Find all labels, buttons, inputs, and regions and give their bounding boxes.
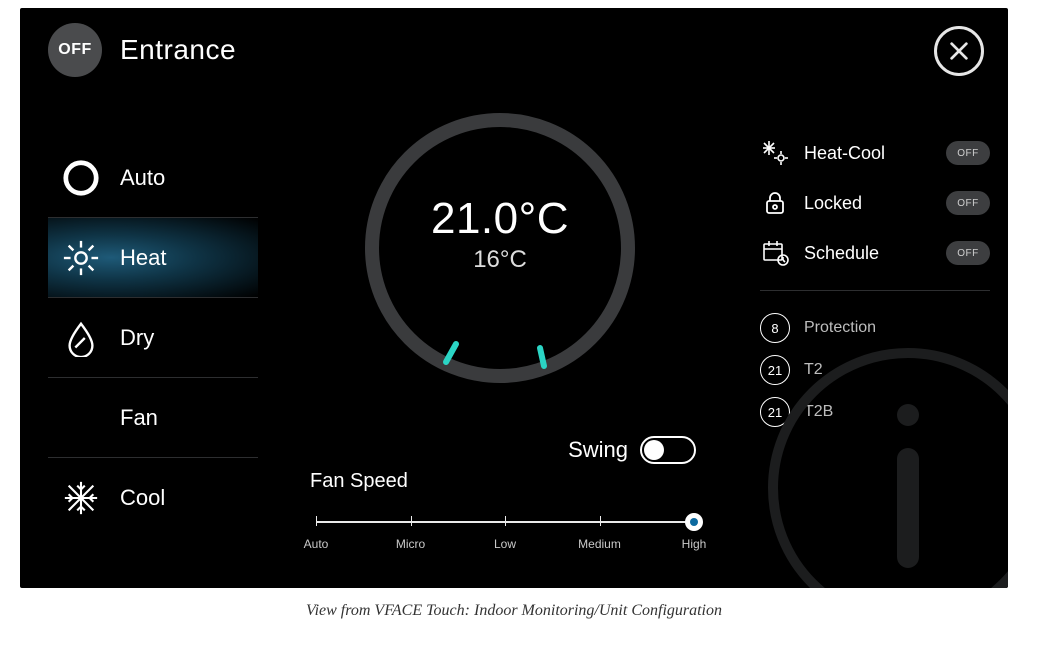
mode-label: Fan [120,405,158,431]
mode-list: A Auto Heat Dry [48,138,258,538]
locked-toggle[interactable]: OFF [946,191,990,215]
schedule-toggle[interactable]: OFF [946,241,990,265]
fan-speed-option-label: Low [494,537,516,551]
fan-speed-option-label: High [682,537,707,551]
fan-speed-tick [316,516,317,526]
calendar-icon [760,238,790,268]
reading-value: 21 [760,355,790,385]
power-toggle[interactable]: OFF [48,23,102,77]
header: OFF Entrance [20,8,1008,92]
fan-icon [60,397,102,439]
mode-label: Heat [120,245,166,271]
toggle-row-locked: Locked OFF [760,178,990,228]
toggle-label: Schedule [804,243,932,264]
toggle-label: Heat-Cool [804,143,932,164]
temperature-dial[interactable]: 21.0°C 16°C [350,98,650,398]
current-temperature: 16°C [350,246,650,274]
close-button[interactable] [934,26,984,76]
reading-row-protection: 8 Protection [760,307,990,349]
toggle-row-heatcool: Heat-Cool OFF [760,128,990,178]
fan-speed-tick [600,516,601,526]
heatcool-toggle[interactable]: OFF [946,141,990,165]
fan-speed-tick [505,516,506,526]
mode-label: Auto [120,165,165,191]
mode-label: Cool [120,485,165,511]
snowflake-icon [60,477,102,519]
fan-speed-option-label: Auto [304,537,329,551]
mode-cool[interactable]: Cool [48,458,258,538]
fan-speed-option-label: Micro [396,537,425,551]
fan-speed-block: Fan Speed AutoMicroLowMediumHigh [310,470,700,567]
zone-name: Entrance [120,34,236,66]
fan-speed-option-label: Medium [578,537,621,551]
sun-icon [60,237,102,279]
swing-row: Swing [506,436,696,464]
swing-toggle[interactable] [640,436,696,464]
fan-speed-tick [411,516,412,526]
auto-icon: A [60,157,102,199]
svg-text:A: A [75,168,87,187]
toggle-row-schedule: Schedule OFF [760,228,990,278]
setpoint-temperature: 21.0°C [350,194,650,244]
fan-speed-handle[interactable] [685,513,703,531]
device-screen: OFF Entrance A Auto Heat [20,8,1008,588]
reading-label: Protection [804,319,990,337]
right-separator [760,290,990,291]
mode-dry[interactable]: Dry [48,298,258,378]
lock-icon [760,188,790,218]
swing-toggle-knob [644,440,664,460]
mode-label: Dry [120,325,154,351]
fan-speed-slider[interactable]: AutoMicroLowMediumHigh [310,511,700,567]
mode-auto[interactable]: A Auto [48,138,258,218]
toggle-label: Locked [804,193,932,214]
reading-value: 8 [760,313,790,343]
heatcool-icon [760,138,790,168]
droplet-icon [60,317,102,359]
swing-label: Swing [568,437,628,463]
center-panel: 21.0°C 16°C [310,98,690,398]
close-icon [948,40,970,62]
dial-readout: 21.0°C 16°C [350,194,650,274]
mode-heat[interactable]: Heat [48,218,258,298]
mode-fan[interactable]: Fan [48,378,258,458]
figure-caption: View from VFACE Touch: Indoor Monitoring… [20,602,1008,620]
fan-speed-label: Fan Speed [310,470,700,493]
